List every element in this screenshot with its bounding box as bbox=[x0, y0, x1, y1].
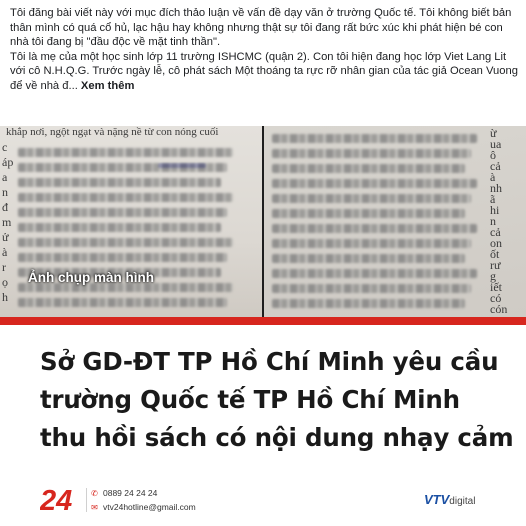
post-text: Tôi đăng bài viết này với mục đích thảo … bbox=[0, 0, 526, 126]
left-page-edge-fragment: ử bbox=[2, 230, 9, 244]
screenshot-photos: khắp nơi, ngột ngạt và nặng nề từ con nó… bbox=[0, 126, 526, 317]
phone-row: ✆ 0889 24 24 24 bbox=[90, 486, 196, 500]
vtv-digital-logo: VTVdigital bbox=[424, 492, 475, 507]
left-page-edge-fragment: r bbox=[2, 260, 6, 274]
left-page-edge-fragment: a bbox=[2, 170, 8, 184]
right-page-blurred-line bbox=[272, 209, 465, 218]
right-page-blurred-line bbox=[272, 134, 477, 143]
logo-text: 24 bbox=[40, 485, 72, 514]
left-page-edge-fragment: h bbox=[2, 290, 8, 304]
right-page-blurred-line bbox=[272, 239, 471, 248]
right-page-blurred-line bbox=[272, 179, 477, 188]
right-page-blurred-line bbox=[272, 194, 471, 203]
headline-line-2: trường Quốc tế TP Hồ Chí Minh bbox=[40, 385, 460, 414]
left-page-blurred-line bbox=[18, 253, 227, 262]
left-page-top-line: khắp nơi, ngột ngạt và nặng nề từ con nó… bbox=[6, 126, 219, 138]
left-page-blurred-line bbox=[18, 193, 233, 202]
left-page-edge-fragment: à bbox=[2, 245, 8, 259]
red-divider-bar bbox=[0, 317, 526, 325]
vtv24-logo: 24 bbox=[40, 485, 72, 514]
vtv-logo-text: VTV bbox=[424, 492, 450, 507]
book-page-left: khắp nơi, ngột ngạt và nặng nề từ con nó… bbox=[0, 126, 262, 317]
phone-icon: ✆ bbox=[91, 488, 98, 498]
right-page-blurred-line bbox=[272, 254, 465, 263]
post-paragraph-1: Tôi đăng bài viết này với mục đích thảo … bbox=[10, 7, 512, 49]
phone-number: 0889 24 24 24 bbox=[103, 488, 158, 498]
left-page-blurred-line bbox=[18, 238, 233, 247]
left-page-blurred-line bbox=[18, 163, 227, 172]
headline-line-3: thu hồi sách có nội dung nhạy cảm bbox=[40, 423, 514, 452]
left-page-blurred-line bbox=[18, 208, 227, 217]
left-page-edge-fragment: đ bbox=[2, 200, 8, 214]
right-page-blurred-line bbox=[272, 164, 465, 173]
photo-caption: Ảnh chụp màn hình bbox=[28, 270, 154, 285]
left-page-blurred-line bbox=[18, 178, 221, 187]
footer-divider bbox=[86, 488, 87, 512]
contact-info: ✆ 0889 24 24 24 ✉ vtv24hotline@gmail.com bbox=[90, 486, 196, 514]
book-page-right: ừ ua ô cả à nh ã hi n cả on ốt rư g iết có cón bbox=[264, 126, 526, 317]
left-page-edge-fragment: c bbox=[2, 140, 8, 154]
left-page-blurred-line bbox=[18, 298, 227, 307]
right-page-blurred-line bbox=[272, 269, 477, 278]
left-page-blurred-line bbox=[18, 148, 233, 157]
footer: 24 ✆ 0889 24 24 24 ✉ vtv24hotline@gmail.… bbox=[0, 474, 526, 526]
headline-line-1: Sở GD-ĐT TP Hồ Chí Minh yêu cầu bbox=[40, 347, 499, 376]
left-page-edge-fragment: ọ bbox=[2, 275, 8, 289]
left-page-blurred-line bbox=[18, 223, 221, 232]
right-page-blurred-line bbox=[272, 284, 471, 293]
headline: Sở GD-ĐT TP Hồ Chí Minh yêu cầu trường Q… bbox=[40, 343, 514, 457]
email-address: vtv24hotline@gmail.com bbox=[103, 502, 196, 512]
mail-icon: ✉ bbox=[91, 502, 98, 512]
left-page-edge-fragment: áp bbox=[2, 155, 14, 169]
right-page-edge-fragment: cón bbox=[490, 302, 508, 316]
right-page-blurred-line bbox=[272, 149, 471, 158]
left-page-edge-fragment: n bbox=[2, 185, 8, 199]
post-paragraph-2: Tôi là mẹ của một học sinh lớp 11 trường… bbox=[10, 50, 518, 94]
right-page-blurred-line bbox=[272, 299, 465, 308]
left-page-edge-fragment: m bbox=[2, 215, 12, 229]
digital-logo-text: digital bbox=[449, 496, 476, 507]
email-row: ✉ vtv24hotline@gmail.com bbox=[90, 500, 196, 514]
see-more-link[interactable]: Xem thêm bbox=[81, 80, 134, 92]
right-page-blurred-line bbox=[272, 224, 477, 233]
